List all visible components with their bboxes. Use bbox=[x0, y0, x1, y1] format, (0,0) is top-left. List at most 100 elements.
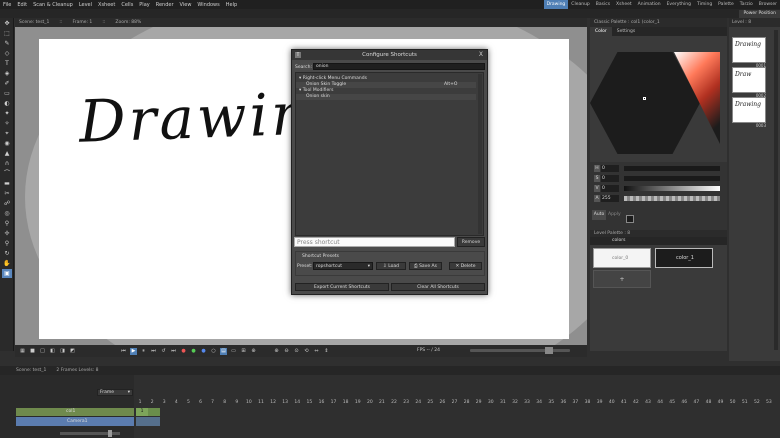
palette-style-chip[interactable]: color_0 bbox=[593, 248, 651, 268]
flip-h-icon[interactable]: ⇔ bbox=[313, 348, 320, 355]
frame-number-label[interactable]: 26 bbox=[436, 400, 448, 408]
frame-number-label[interactable]: 7 bbox=[207, 400, 219, 408]
bender-tool-icon[interactable]: ⌒ bbox=[2, 169, 12, 178]
room-tab[interactable]: Palette bbox=[715, 0, 737, 9]
menu-item[interactable]: Windows bbox=[194, 2, 222, 8]
play-icon[interactable]: ▶ bbox=[130, 347, 137, 355]
slider-value[interactable]: 0 bbox=[601, 185, 619, 192]
frame-number-label[interactable]: 47 bbox=[690, 400, 702, 408]
frame-number-label[interactable]: 41 bbox=[618, 400, 630, 408]
fill-tool-icon[interactable]: ◈ bbox=[2, 69, 12, 78]
magnet-tool-icon[interactable]: ∩ bbox=[2, 159, 12, 168]
frame-number-label[interactable]: 14 bbox=[291, 400, 303, 408]
slider-track[interactable] bbox=[624, 176, 720, 181]
bg-black-icon[interactable]: ■ bbox=[29, 348, 36, 355]
fit-icon[interactable]: ⊙ bbox=[293, 348, 300, 355]
frame-number-label[interactable]: 8 bbox=[219, 400, 231, 408]
frame-number-label[interactable]: 15 bbox=[303, 400, 315, 408]
blue-channel-icon[interactable]: ● bbox=[200, 348, 207, 355]
field-guide-icon[interactable]: ⊞ bbox=[240, 348, 247, 355]
clear-shortcuts-button[interactable]: Clear All Shortcuts bbox=[391, 283, 485, 291]
level-frame[interactable]: Drawing 0003 bbox=[732, 97, 766, 128]
apply-button[interactable]: Apply bbox=[608, 210, 621, 220]
level-frame[interactable]: Drawing 0001 bbox=[732, 37, 766, 68]
frame-number-label[interactable]: 24 bbox=[412, 400, 424, 408]
frame-dropdown[interactable]: Frame ▾ bbox=[97, 389, 133, 396]
frame-number-label[interactable]: 2 bbox=[146, 400, 158, 408]
tree-scrollbar[interactable] bbox=[478, 74, 482, 234]
loop-icon[interactable]: ↺ bbox=[160, 348, 167, 355]
frame-number-label[interactable]: 53 bbox=[763, 400, 775, 408]
next-frame-icon[interactable]: ⏭ bbox=[150, 348, 157, 355]
pinch-tool-icon[interactable]: ◉ bbox=[2, 139, 12, 148]
menu-item[interactable]: File bbox=[0, 2, 14, 8]
frame-number-label[interactable]: 13 bbox=[279, 400, 291, 408]
rgb-picker-icon[interactable]: ✧ bbox=[2, 119, 12, 128]
pump-tool-icon[interactable]: ▲ bbox=[2, 149, 12, 158]
green-channel-icon[interactable]: ● bbox=[190, 348, 197, 355]
frame-number-label[interactable]: 33 bbox=[521, 400, 533, 408]
frame-number-label[interactable]: 23 bbox=[400, 400, 412, 408]
frame-number-label[interactable]: 20 bbox=[364, 400, 376, 408]
frame-number-label[interactable]: 36 bbox=[557, 400, 569, 408]
room-tab[interactable]: Xsheet bbox=[613, 0, 635, 9]
menu-item[interactable]: Help bbox=[223, 2, 240, 8]
frame-number-label[interactable]: 52 bbox=[751, 400, 763, 408]
type-tool-icon[interactable]: T bbox=[2, 59, 12, 68]
frame-number-label[interactable]: 19 bbox=[352, 400, 364, 408]
animate-tool-icon[interactable]: ✥ bbox=[2, 19, 12, 28]
color-wheel-area[interactable] bbox=[590, 36, 727, 162]
frame-number-label[interactable]: 42 bbox=[630, 400, 642, 408]
alpha-channel-icon[interactable]: ○ bbox=[210, 348, 217, 355]
zoom-tool-icon[interactable]: ⚲ bbox=[2, 239, 12, 248]
frame-number-label[interactable]: 40 bbox=[606, 400, 618, 408]
slider-track[interactable] bbox=[624, 166, 720, 171]
frame-number-label[interactable]: 10 bbox=[243, 400, 255, 408]
hook-tool-icon[interactable]: ⚲ bbox=[2, 219, 12, 228]
red-channel-icon[interactable]: ● bbox=[180, 348, 187, 355]
power-position-button[interactable]: Power Position bbox=[739, 10, 780, 18]
save-as-button[interactable]: ⎙ Save As bbox=[409, 262, 442, 270]
frame-number-label[interactable]: 50 bbox=[727, 400, 739, 408]
first-frame-icon[interactable]: ⏮ bbox=[120, 348, 127, 355]
xsheet-cell[interactable] bbox=[148, 408, 160, 416]
frame-number-label[interactable]: 31 bbox=[497, 400, 509, 408]
frame-number-label[interactable]: 35 bbox=[545, 400, 557, 408]
alpha-slider-row[interactable]: A 255 bbox=[592, 194, 725, 203]
frame-number-label[interactable]: 12 bbox=[267, 400, 279, 408]
frame-number-label[interactable]: 37 bbox=[569, 400, 581, 408]
frame-slider-handle[interactable] bbox=[545, 347, 553, 354]
column-camera[interactable]: Camera1 bbox=[16, 417, 134, 426]
plastic-tool-icon[interactable]: ✢ bbox=[2, 229, 12, 238]
slider-value[interactable]: 0 bbox=[601, 175, 619, 182]
tab-color[interactable]: Color bbox=[590, 27, 612, 36]
safe-area-icon[interactable]: ▭ bbox=[230, 348, 237, 355]
frame-number-label[interactable]: 30 bbox=[485, 400, 497, 408]
frame-number-label[interactable]: 18 bbox=[340, 400, 352, 408]
selection-tool-icon[interactable]: ⬚ bbox=[2, 29, 12, 38]
bg-white-icon[interactable]: □ bbox=[39, 348, 46, 355]
zoom-in-icon[interactable]: ⊕ bbox=[273, 348, 280, 355]
frame-number-ruler[interactable]: 1 2 3 4 5 6 7 8 9 10 11 12 13 14 15 16 17 18 19 20 21 22 23 24 2… bbox=[134, 400, 780, 408]
selected-tool-icon[interactable]: ▣ bbox=[2, 269, 12, 278]
slider-value[interactable]: 255 bbox=[601, 195, 619, 202]
frame-number-label[interactable]: 38 bbox=[581, 400, 593, 408]
level-frame[interactable]: Draw 0002 bbox=[732, 67, 766, 98]
room-tab[interactable]: Everything bbox=[664, 0, 694, 9]
flip-v-icon[interactable]: ⇕ bbox=[323, 348, 330, 355]
column-col1[interactable]: col1 bbox=[16, 408, 134, 416]
frame-number-label[interactable]: 49 bbox=[715, 400, 727, 408]
frame-number-label[interactable]: 3 bbox=[158, 400, 170, 408]
frame-number-label[interactable]: 39 bbox=[594, 400, 606, 408]
paint-brush-tool-icon[interactable]: ✐ bbox=[2, 79, 12, 88]
frame-number-label[interactable]: 28 bbox=[461, 400, 473, 408]
menu-item[interactable]: Scan & Cleanup bbox=[30, 2, 76, 8]
frame-number-label[interactable]: 21 bbox=[376, 400, 388, 408]
slider-value[interactable]: 0 bbox=[601, 165, 619, 172]
delete-button[interactable]: ✕ Delete bbox=[449, 262, 482, 270]
close-icon[interactable]: X bbox=[479, 50, 483, 60]
hue-slider-row[interactable]: H 0 bbox=[592, 164, 725, 173]
room-tab[interactable]: Cleanup bbox=[568, 0, 592, 9]
saturation-slider-row[interactable]: S 0 bbox=[592, 174, 725, 183]
channel-icon[interactable]: ◨ bbox=[59, 348, 66, 355]
